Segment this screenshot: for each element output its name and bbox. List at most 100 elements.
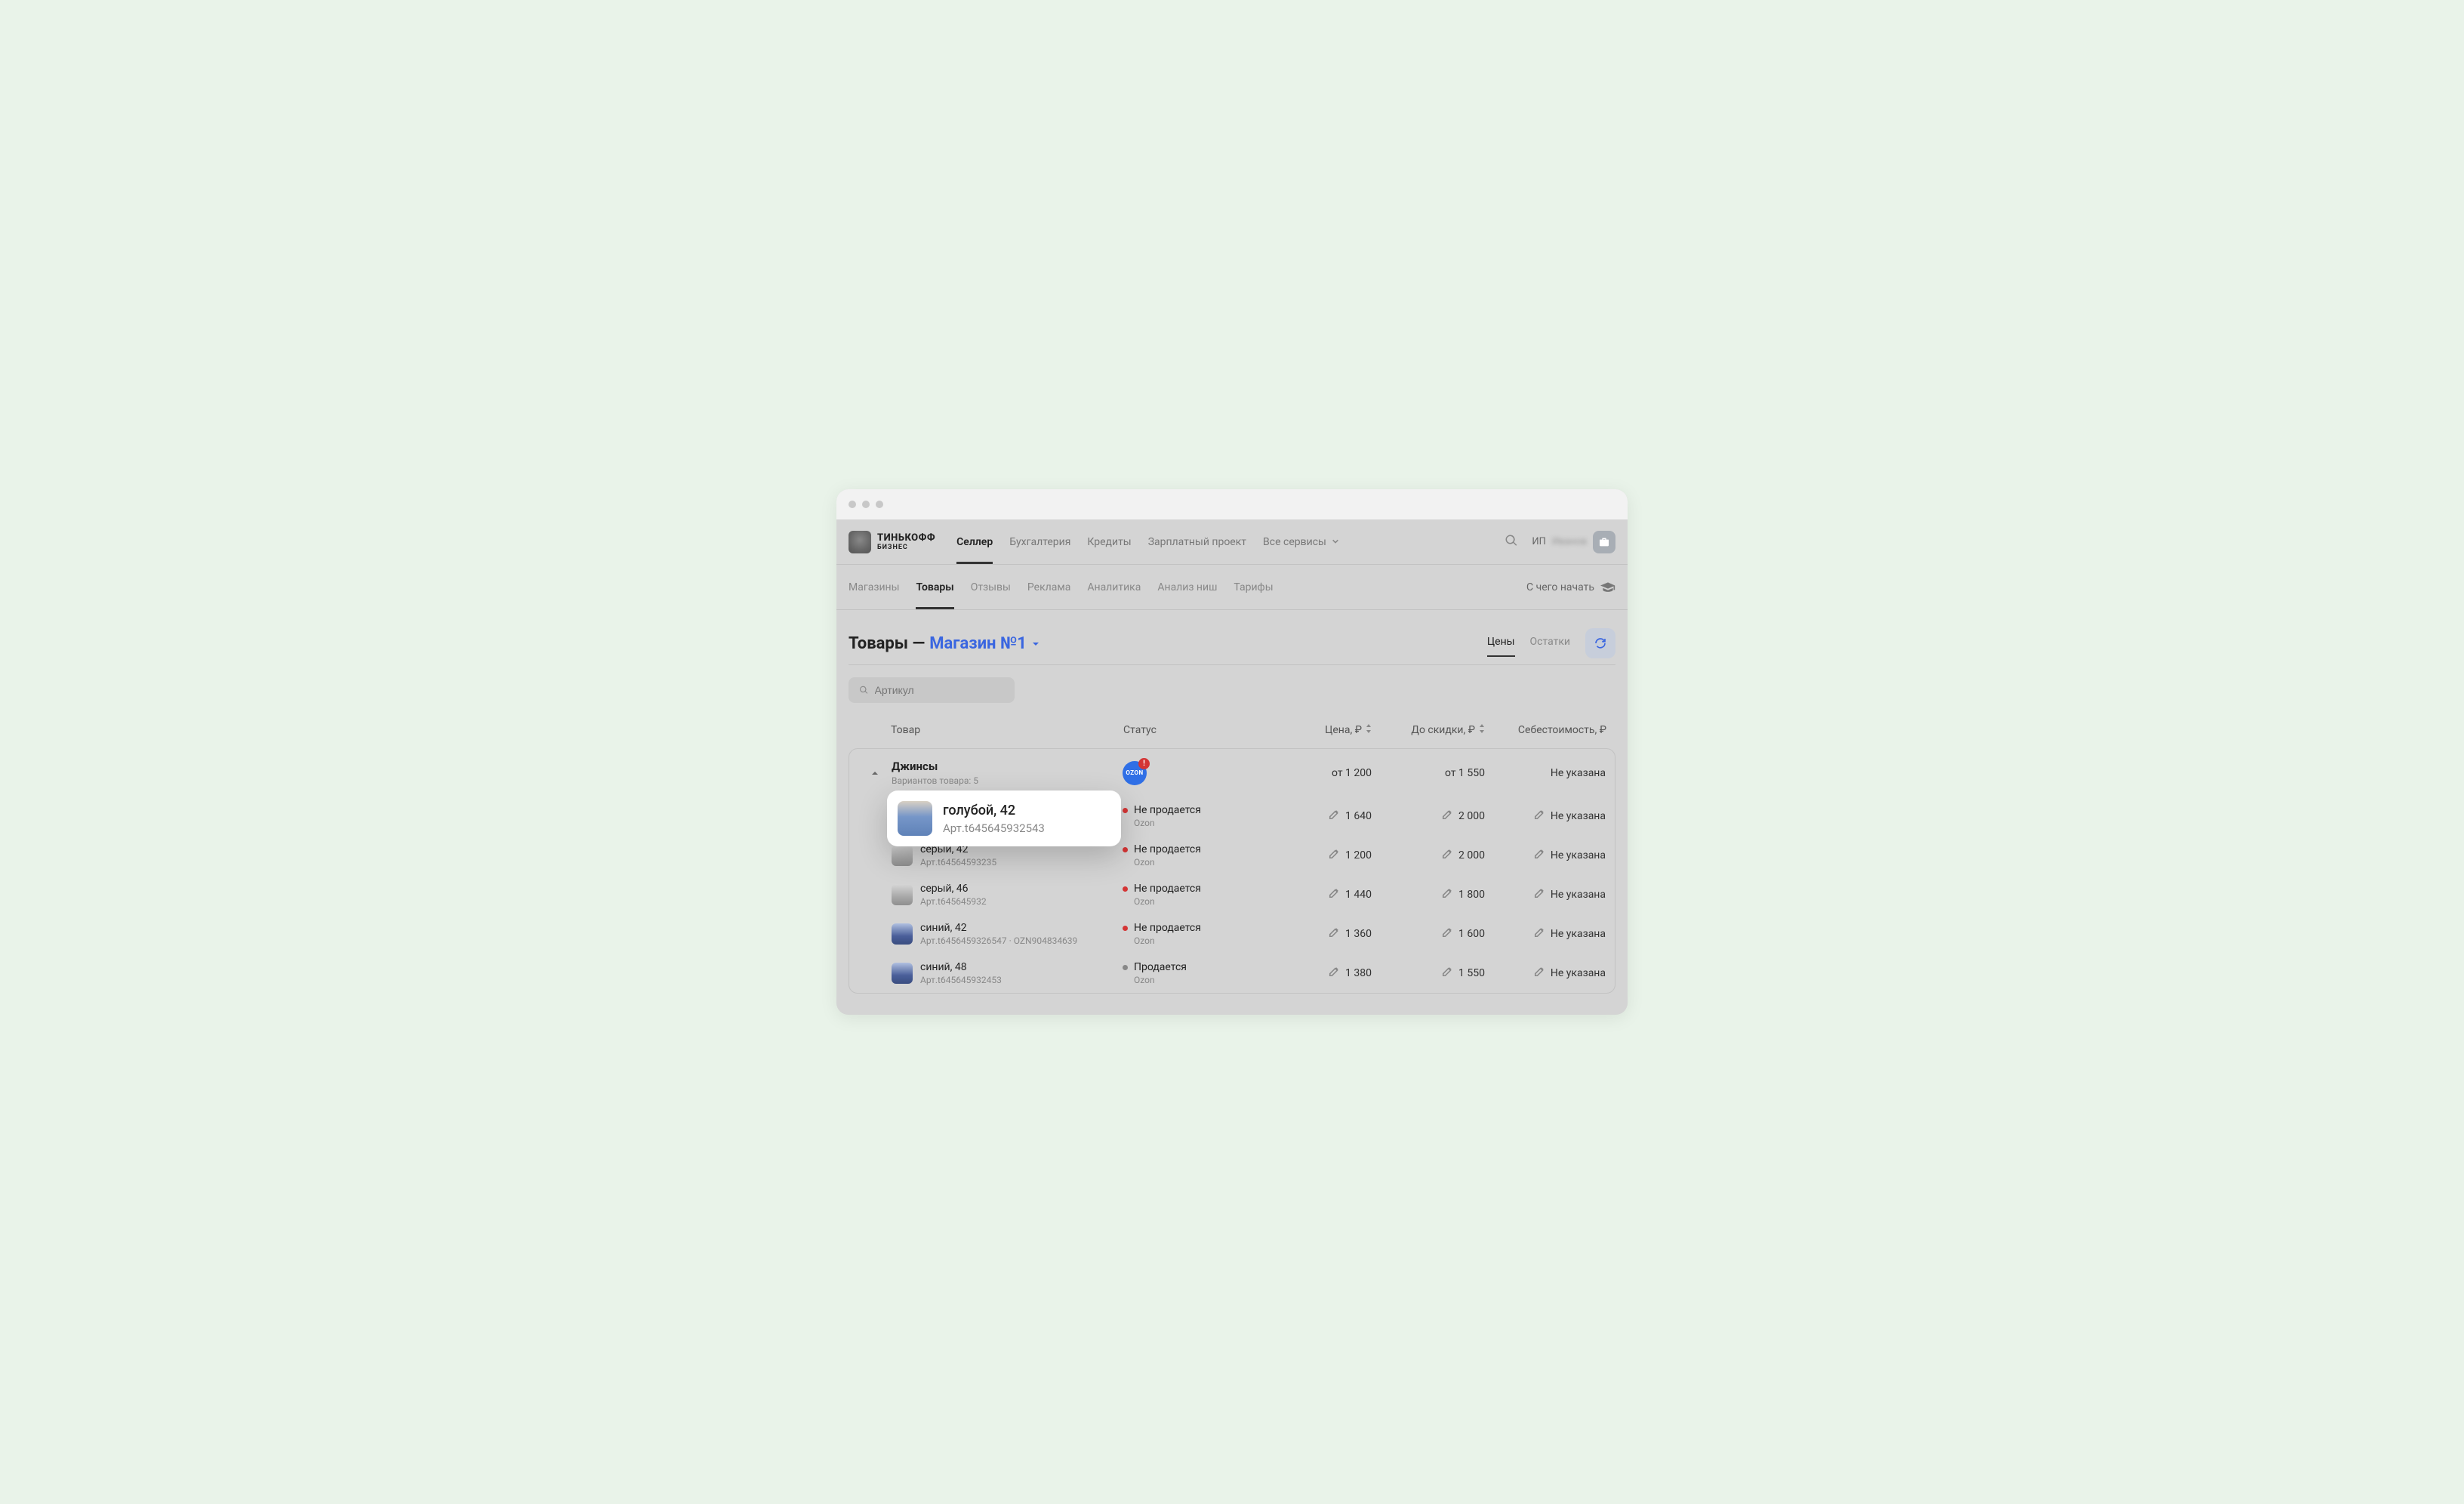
edit-icon — [1442, 927, 1452, 941]
traffic-light-minimize[interactable] — [862, 501, 870, 508]
table-row[interactable]: серый, 46 Арт.t645645932 Не продается Oz… — [849, 875, 1615, 914]
status-dot-icon — [1123, 886, 1128, 892]
main-nav-credits[interactable]: Кредиты — [1087, 521, 1131, 563]
chevron-down-icon — [1332, 536, 1339, 548]
table-row[interactable]: синий, 48 Арт.t645645932453 Продается Oz… — [849, 954, 1615, 993]
col-before-discount[interactable]: До скидки, ₽ — [1372, 724, 1486, 736]
main-nav: Селлер Бухгалтерия Кредиты Зарплатный пр… — [956, 521, 1505, 563]
status-text: Не продается — [1134, 843, 1201, 855]
edit-icon — [1329, 849, 1339, 862]
price-cell[interactable]: 1 360 — [1274, 927, 1372, 941]
global-search-button[interactable] — [1505, 534, 1518, 550]
col-price[interactable]: Цена, ₽ — [1274, 724, 1372, 736]
app-window: ТИНЬКОФФ БИЗНЕС Селлер Бухгалтерия Креди… — [836, 489, 1628, 1015]
cost-value: Не указана — [1551, 810, 1606, 822]
price-cell[interactable]: 1 640 — [1274, 809, 1372, 823]
table-row[interactable]: голубой, 42 Арт.t645645932543 Не продает… — [849, 797, 1615, 836]
group-header-row[interactable]: Джинсы Вариантов товара: 5 OZON ! от 1 2… — [849, 749, 1615, 797]
product-thumbnail — [892, 884, 913, 905]
group-variants-count: Вариантов товара: 5 — [892, 775, 1123, 786]
sku-search[interactable] — [849, 677, 1015, 703]
status-dot-icon — [1123, 847, 1128, 852]
price-value: 1 200 — [1345, 849, 1372, 861]
traffic-light-close[interactable] — [849, 501, 856, 508]
traffic-light-zoom[interactable] — [876, 501, 883, 508]
brand-shield-icon — [849, 531, 871, 553]
sku-search-input[interactable] — [875, 684, 1005, 696]
brand-logo[interactable]: ТИНЬКОФФ БИЗНЕС — [849, 531, 935, 553]
chevron-down-icon — [1031, 634, 1040, 653]
popover-thumbnail — [898, 801, 932, 836]
main-nav-accounting[interactable]: Бухгалтерия — [1009, 521, 1070, 563]
before-discount-cell[interactable]: 2 000 — [1372, 809, 1485, 823]
cost-cell[interactable]: Не указана — [1485, 849, 1606, 862]
before-discount-value: 1 800 — [1458, 889, 1485, 901]
brand-title: ТИНЬКОФФ — [877, 533, 935, 543]
subnav-stores[interactable]: Магазины — [849, 566, 899, 609]
status-store: Ozon — [1134, 935, 1274, 946]
account-menu[interactable]: ИП Иванов — [1532, 531, 1615, 553]
price-cell[interactable]: 1 380 — [1274, 966, 1372, 980]
before-discount-cell[interactable]: 1 550 — [1372, 966, 1485, 980]
brand-subtitle: БИЗНЕС — [877, 544, 935, 551]
tab-prices[interactable]: Цены — [1487, 630, 1515, 657]
product-name: серый, 46 — [920, 883, 987, 895]
tab-stock[interactable]: Остатки — [1530, 630, 1570, 657]
sort-icon — [1365, 724, 1372, 736]
refresh-button[interactable] — [1585, 628, 1615, 658]
status-dot-icon — [1123, 808, 1128, 813]
table-row[interactable]: синий, 42 Арт.t6456459326547 · OZN904834… — [849, 914, 1615, 954]
before-discount-cell[interactable]: 2 000 — [1372, 849, 1485, 862]
store-dropdown-label: Магазин №1 — [929, 634, 1027, 653]
group-name: Джинсы — [892, 760, 1123, 773]
cost-cell[interactable]: Не указана — [1485, 927, 1606, 941]
subnav-tariffs[interactable]: Тарифы — [1234, 566, 1273, 609]
status-store: Ozon — [1134, 975, 1274, 985]
briefcase-icon — [1593, 531, 1615, 553]
collapse-toggle[interactable] — [858, 769, 892, 778]
subnav-products[interactable]: Товары — [916, 566, 953, 609]
alert-badge: ! — [1138, 758, 1150, 769]
cost-cell[interactable]: Не указана — [1485, 809, 1606, 823]
store-dropdown[interactable]: Магазин №1 — [929, 634, 1040, 653]
status-store: Ozon — [1134, 818, 1274, 828]
popover-sku: Арт.t645645932543 — [943, 821, 1045, 835]
before-discount-cell[interactable]: 1 800 — [1372, 888, 1485, 901]
main-nav-seller[interactable]: Селлер — [956, 521, 993, 563]
chevron-up-icon — [870, 769, 879, 778]
price-cell[interactable]: 1 200 — [1274, 849, 1372, 862]
cost-cell[interactable]: Не указана — [1485, 888, 1606, 901]
group-before-discount: от 1 550 — [1372, 767, 1485, 779]
main-nav-salary[interactable]: Зарплатный проект — [1148, 521, 1246, 563]
sort-icon — [1478, 724, 1486, 736]
products-table: Товар Статус Цена, ₽ До скидки, ₽ Себест… — [849, 717, 1615, 994]
page-header: Товары — Магазин №1 Цены Остатки — [849, 628, 1615, 658]
price-cell[interactable]: 1 440 — [1274, 888, 1372, 901]
col-before-discount-label: До скидки, ₽ — [1411, 724, 1475, 736]
group-price: от 1 200 — [1274, 767, 1372, 779]
header-divider — [849, 664, 1615, 665]
marketplace-badge[interactable]: OZON ! — [1123, 761, 1147, 785]
before-discount-cell[interactable]: 1 600 — [1372, 927, 1485, 941]
group-cost: Не указана — [1485, 767, 1606, 779]
product-name: синий, 42 — [920, 922, 1077, 934]
cost-cell[interactable]: Не указана — [1485, 966, 1606, 980]
product-popover: голубой, 42 Арт.t645645932543 — [887, 791, 1121, 846]
edit-icon — [1442, 849, 1452, 862]
help-link[interactable]: С чего начать — [1526, 581, 1615, 593]
status-dot-icon — [1123, 926, 1128, 931]
subnav-reviews[interactable]: Отзывы — [971, 566, 1011, 609]
price-value: 1 640 — [1345, 810, 1372, 822]
status-store: Ozon — [1134, 857, 1274, 868]
edit-icon — [1329, 966, 1339, 980]
page-title: Товары — — [849, 634, 925, 653]
subnav-advertising[interactable]: Реклама — [1027, 566, 1070, 609]
subnav-analytics[interactable]: Аналитика — [1087, 566, 1141, 609]
account-name-blurred: Иванов — [1552, 536, 1587, 547]
main-nav-all-services[interactable]: Все сервисы — [1263, 521, 1339, 563]
product-sku: Арт.t64564593235 — [920, 857, 996, 868]
before-discount-value: 1 550 — [1458, 967, 1485, 979]
help-link-label: С чего начать — [1526, 581, 1594, 593]
subnav-niche-analysis[interactable]: Анализ ниш — [1157, 566, 1217, 609]
graduation-cap-icon — [1600, 582, 1615, 593]
